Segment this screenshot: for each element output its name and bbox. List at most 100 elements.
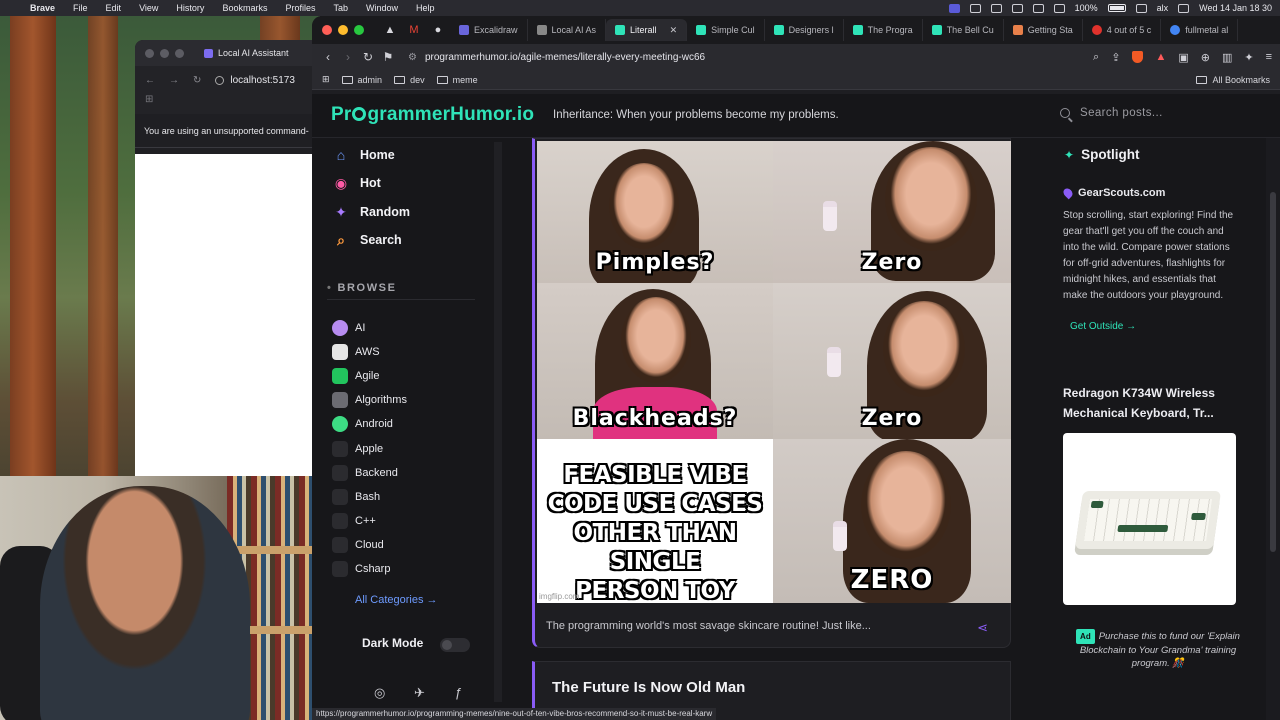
facebook-icon[interactable]: ƒ (455, 685, 462, 700)
category-android[interactable]: Android (332, 416, 393, 432)
twitter-icon[interactable]: ✈ (414, 685, 425, 701)
menu-profiles[interactable]: Profiles (285, 3, 315, 13)
menu-edit[interactable]: Edit (106, 3, 122, 13)
window-close-button[interactable] (322, 25, 332, 35)
menu-app-name[interactable]: Brave (30, 3, 55, 13)
bookmark-folder-admin[interactable]: admin (341, 75, 382, 85)
category-algorithms[interactable]: Algorithms (332, 392, 407, 408)
address-bar[interactable]: ⚙ programmerhumor.io/agile-memes/literal… (408, 52, 705, 63)
menu-view[interactable]: View (139, 3, 158, 13)
category-backend[interactable]: Backend (332, 465, 398, 481)
tab-bell-curve[interactable]: The Bell Cu (923, 19, 1004, 41)
wallet-icon[interactable]: ▣ (1178, 51, 1188, 64)
back-arrow-icon[interactable]: ‹ (318, 50, 338, 64)
secondary-tab[interactable]: Local AI Assistant (204, 48, 289, 58)
search-input-placeholder[interactable]: Search posts... (1080, 107, 1163, 119)
tab-excalidraw[interactable]: Excalidraw (450, 19, 528, 41)
apps-grid-icon[interactable]: ⊞ (145, 94, 153, 105)
menu-window[interactable]: Window (366, 3, 398, 13)
pinned-tab-brave-icon[interactable]: ▲ (378, 19, 402, 41)
rewards-icon[interactable]: ▲ (1155, 51, 1166, 63)
reload-icon[interactable]: ↻ (358, 50, 378, 64)
category-ai[interactable]: AI (332, 320, 365, 336)
menu-icon[interactable]: ≡ (1266, 51, 1272, 63)
next-post-title[interactable]: The Future Is Now Old Man (552, 679, 745, 696)
apps-grid-icon[interactable]: ⊞ (322, 74, 330, 85)
nav-home[interactable]: ⌂ Home (333, 147, 395, 163)
post-caption[interactable]: The programming world's most savage skin… (546, 620, 871, 632)
nav-random[interactable]: ✦ Random (333, 204, 410, 220)
pinned-tab-gmail-icon[interactable]: M (402, 19, 426, 41)
menu-bookmarks[interactable]: Bookmarks (222, 3, 267, 13)
control-center-icon[interactable] (1178, 3, 1190, 13)
bookmark-icon[interactable]: ⚑ (378, 50, 398, 64)
play-icon[interactable] (1032, 3, 1044, 13)
share-page-icon[interactable]: ⇪ (1111, 51, 1120, 64)
all-bookmarks[interactable]: All Bookmarks (1196, 70, 1270, 90)
tab-local-ai[interactable]: Local AI As (528, 19, 607, 41)
zoom-icon[interactable]: ⌕ (1093, 51, 1099, 64)
sidebar-scrollbar[interactable] (494, 142, 502, 702)
share-icon[interactable]: ⋖ (977, 620, 988, 636)
window-zoom-button[interactable] (354, 25, 364, 35)
window-minimize-button[interactable] (338, 25, 348, 35)
product-image[interactable] (1063, 433, 1236, 605)
menubar-user[interactable]: alx (1157, 3, 1169, 13)
menu-file[interactable]: File (73, 3, 88, 13)
category-agile[interactable]: Agile (332, 368, 379, 384)
site-logo[interactable]: Pr grammerHumor.io (331, 104, 534, 126)
menu-tab[interactable]: Tab (333, 3, 348, 13)
tab-the-progra[interactable]: The Progra (844, 19, 923, 41)
instagram-icon[interactable]: ◎ (374, 685, 385, 701)
nav-search[interactable]: ⌕ Search (333, 232, 402, 248)
wifi-icon[interactable] (1135, 3, 1147, 13)
menu-history[interactable]: History (176, 3, 204, 13)
tab-simple-cult[interactable]: Simple Cul (687, 19, 765, 41)
extension-icon[interactable] (969, 3, 981, 13)
tab-designers[interactable]: Designers l (765, 19, 844, 41)
all-categories-link[interactable]: All Categories → (355, 594, 438, 606)
meme-image[interactable]: Pimples? Zero Blackheads? Zero FEASIBLE … (537, 141, 1011, 603)
text-input-icon[interactable] (1053, 3, 1065, 13)
tab-4-out-of-5[interactable]: 4 out of 5 c (1083, 19, 1162, 41)
secondary-url-field[interactable]: localhost:5173 (215, 75, 295, 86)
tab-fullmetal[interactable]: fullmetal al (1161, 19, 1239, 41)
leo-ai-icon[interactable]: ✦ (1244, 51, 1253, 64)
bluetooth-icon[interactable] (1011, 3, 1023, 13)
pinned-tab-github-icon[interactable]: ● (426, 19, 450, 41)
page-scrollbar[interactable] (1266, 138, 1280, 720)
extensions-icon[interactable]: ⊕ (1201, 51, 1210, 64)
dark-mode-toggle[interactable] (440, 638, 470, 652)
category-cloud[interactable]: Cloud (332, 537, 384, 553)
window-minimize-button[interactable] (160, 48, 169, 58)
forward-arrow-icon[interactable]: › (338, 50, 358, 64)
volume-icon[interactable] (990, 3, 1002, 13)
category-csharp[interactable]: Csharp (332, 561, 390, 577)
scrollbar-thumb[interactable] (1270, 192, 1276, 552)
sponsor-name[interactable]: GearScouts.com (1061, 186, 1165, 200)
sidebar-toggle-icon[interactable]: ▥ (1222, 51, 1232, 64)
battery-icon[interactable] (1107, 4, 1126, 12)
category-cpp[interactable]: C++ (332, 513, 376, 529)
category-apple[interactable]: Apple (332, 441, 383, 457)
tab-literally-active[interactable]: Literall ✕ (606, 19, 688, 41)
window-zoom-button[interactable] (175, 48, 184, 58)
menu-help[interactable]: Help (416, 3, 435, 13)
tab-close-icon[interactable]: ✕ (670, 25, 678, 36)
category-bash[interactable]: Bash (332, 489, 380, 505)
product-title[interactable]: Redragon K734W Wireless Mechanical Keybo… (1063, 383, 1243, 423)
brave-shields-icon[interactable] (1132, 51, 1144, 63)
bookmark-folder-dev[interactable]: dev (394, 75, 425, 85)
site-settings-icon[interactable]: ⚙ (408, 52, 417, 63)
bookmark-folder-meme[interactable]: meme (436, 75, 478, 85)
site-search[interactable]: Search posts... (1060, 107, 1163, 119)
back-arrow-icon[interactable]: ← (145, 75, 155, 86)
forward-arrow-icon[interactable]: → (169, 75, 179, 86)
menubar-clock[interactable]: Wed 14 Jan 18 30 (1199, 3, 1272, 13)
tab-getting-started[interactable]: Getting Sta (1004, 19, 1083, 41)
nav-hot[interactable]: ◉ Hot (333, 175, 381, 191)
category-aws[interactable]: AWS (332, 344, 380, 360)
sponsor-link[interactable]: Get Outside → (1070, 321, 1136, 332)
screen-record-icon[interactable] (948, 3, 960, 13)
reload-icon[interactable]: ↻ (193, 75, 201, 86)
